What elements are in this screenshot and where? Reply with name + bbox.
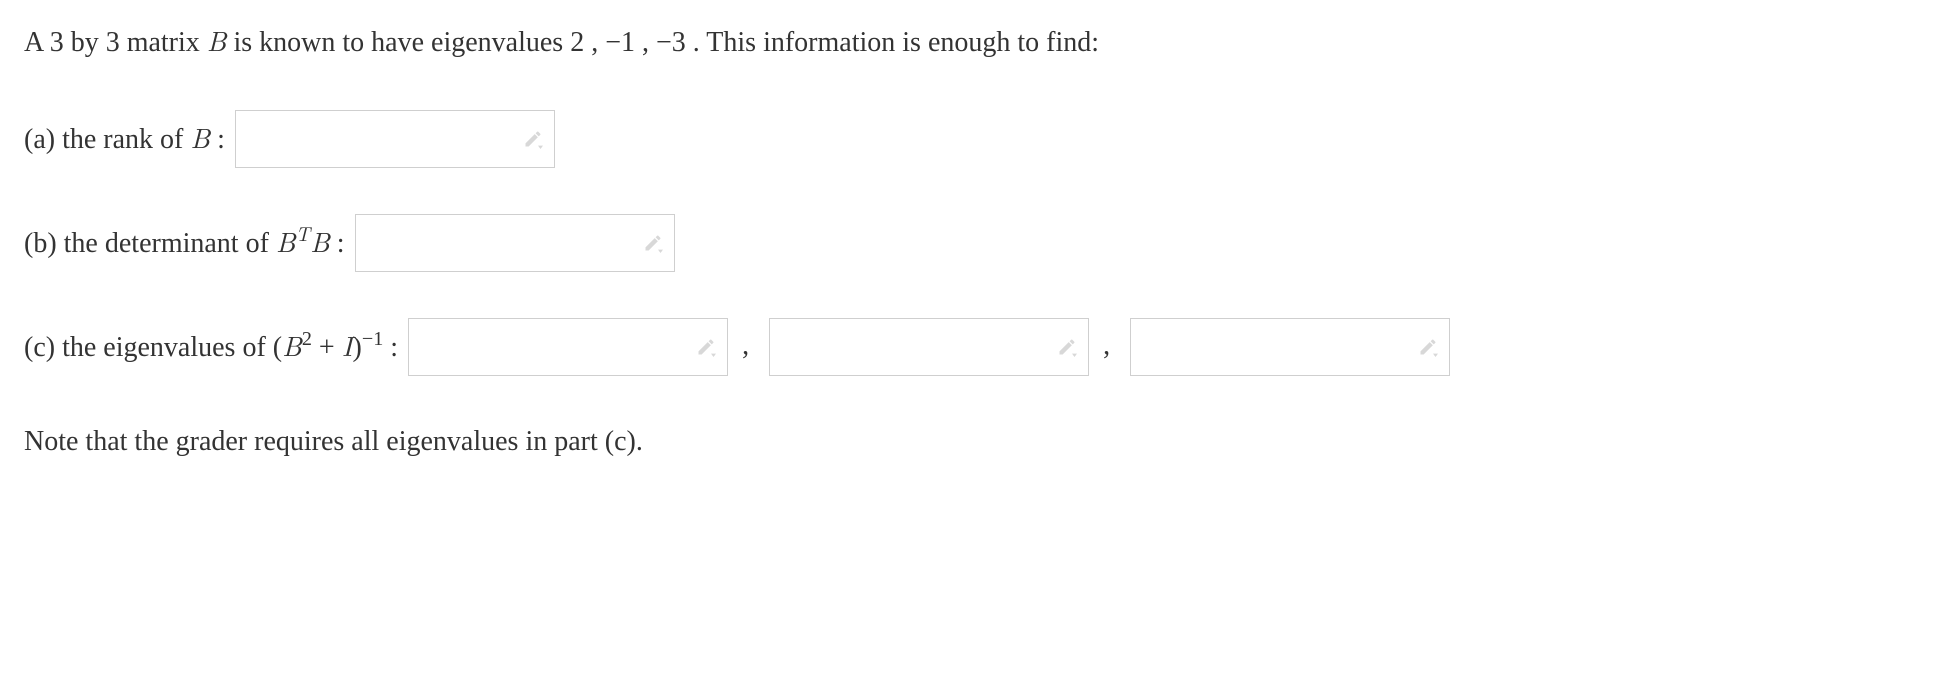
pencil-icon[interactable] xyxy=(642,232,664,254)
part-a-label: (a) the rank of B : xyxy=(24,117,225,161)
answer-box-c3[interactable] xyxy=(1130,318,1450,376)
text: : xyxy=(217,124,225,155)
footnote: Note that the grader requires all eigenv… xyxy=(24,422,1922,463)
problem-prompt: A 3 by 3 matrix B is known to have eigen… xyxy=(24,20,1922,64)
answer-box-c2[interactable] xyxy=(769,318,1089,376)
text: −3 xyxy=(656,27,686,58)
text: 3 xyxy=(50,27,64,58)
pencil-icon[interactable] xyxy=(1417,336,1439,358)
answer-input-b[interactable] xyxy=(370,227,642,259)
answer-input-a[interactable] xyxy=(250,123,522,155)
text: . This information is enough to find: xyxy=(693,27,1099,58)
part-b-label: (b) the determinant of BTB : xyxy=(24,221,345,265)
math-superscript-2: 2 xyxy=(302,328,312,350)
math-I: I xyxy=(342,325,353,365)
text: (b) the determinant of xyxy=(24,228,276,259)
text: A xyxy=(24,27,50,58)
math-B: B xyxy=(207,20,227,60)
answer-box-b[interactable] xyxy=(355,214,675,272)
answer-input-c1[interactable] xyxy=(423,331,695,363)
text: (a) the rank of xyxy=(24,124,190,155)
text: ( xyxy=(273,332,282,363)
text: + xyxy=(312,332,342,363)
pencil-icon[interactable] xyxy=(1056,336,1078,358)
text: , xyxy=(642,27,656,58)
text: matrix xyxy=(127,27,207,58)
text: : xyxy=(390,332,398,363)
math-B: B xyxy=(310,221,330,261)
text: −1 xyxy=(605,27,635,58)
text: Note that the grader requires all eigenv… xyxy=(24,422,643,463)
text: ) xyxy=(353,332,362,363)
text: 3 xyxy=(106,27,120,58)
answer-input-c2[interactable] xyxy=(784,331,1056,363)
pencil-icon[interactable] xyxy=(695,336,717,358)
list-separator: , xyxy=(1089,326,1120,367)
math-superscript-T: T xyxy=(296,218,310,247)
text: : xyxy=(337,228,345,259)
answer-input-c3[interactable] xyxy=(1145,331,1417,363)
text: (c) the eigenvalues of xyxy=(24,332,273,363)
part-c-row: (c) the eigenvalues of (B2 + I)−1 : , , xyxy=(24,318,1922,376)
math-B: B xyxy=(276,221,296,261)
math-B: B xyxy=(282,325,302,365)
text: , xyxy=(591,27,605,58)
part-a-row: (a) the rank of B : xyxy=(24,110,1922,168)
math-superscript-neg1: −1 xyxy=(362,328,383,350)
part-b-row: (b) the determinant of BTB : xyxy=(24,214,1922,272)
list-separator: , xyxy=(728,326,759,367)
text: by xyxy=(71,27,106,58)
part-c-label: (c) the eigenvalues of (B2 + I)−1 : xyxy=(24,325,398,369)
answer-box-a[interactable] xyxy=(235,110,555,168)
math-B: B xyxy=(190,117,210,157)
text: is known to have eigenvalues xyxy=(234,27,571,58)
pencil-icon[interactable] xyxy=(522,128,544,150)
text: 2 xyxy=(570,27,584,58)
answer-box-c1[interactable] xyxy=(408,318,728,376)
